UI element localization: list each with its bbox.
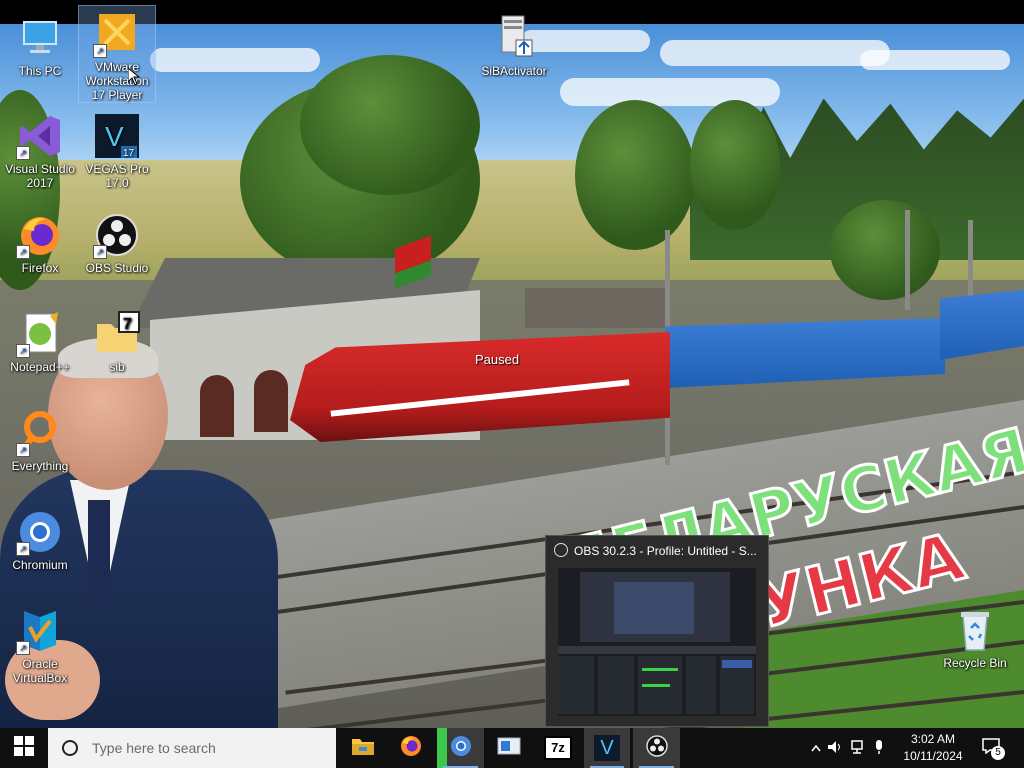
svg-text:7: 7: [123, 316, 132, 333]
desktop-icon-obs[interactable]: ↗ OBS Studio: [79, 207, 155, 275]
desktop-icon-label: OBS Studio: [85, 261, 149, 275]
desktop-icon-sib[interactable]: 7 sib: [79, 306, 155, 374]
desktop-icon-notepad-plus[interactable]: ↗ Notepad++: [2, 306, 78, 374]
chromium-icon: ↗: [16, 508, 64, 556]
desktop-icon-vmware[interactable]: ↗ VMware Workstation 17 Player: [78, 5, 156, 103]
desktop-icon-recycle-bin[interactable]: Recycle Bin: [937, 602, 1013, 670]
clock-time: 3:02 AM: [910, 732, 956, 746]
search-placeholder: Type here to search: [92, 740, 216, 756]
remote-desktop-icon: [497, 736, 521, 761]
desktop-icon-chromium[interactable]: ↗ Chromium: [2, 504, 78, 572]
taskbar-file-explorer[interactable]: [340, 728, 386, 768]
desktop-icon-firefox[interactable]: ↗ Firefox: [2, 207, 78, 275]
start-button[interactable]: [0, 728, 48, 768]
firefox-icon: [399, 734, 423, 763]
taskbar-clock[interactable]: 3:02 AM 10/11/2024: [896, 731, 970, 765]
taskbar-search-box[interactable]: Type here to search: [48, 728, 336, 768]
taskbar: Type here to search 7z V 3:02 AM 10/11/2…: [0, 728, 1024, 768]
chevron-up-icon[interactable]: [808, 741, 824, 755]
desktop-icon-vegas-pro[interactable]: V 17 VEGAS Pro 17.0: [79, 108, 155, 190]
desktop-icon-label: Notepad++: [10, 360, 70, 374]
taskbar-remote-app[interactable]: [486, 728, 532, 768]
desktop-icon-label: Chromium: [12, 558, 68, 572]
taskbar-7zip[interactable]: 7z: [535, 728, 581, 768]
desktop-icon-sibactivator[interactable]: SiBActivator: [476, 10, 552, 78]
desktop-icon-visual-studio[interactable]: ↗ Visual Studio 2017: [2, 108, 78, 190]
obs-preview-title: OBS 30.2.3 - Profile: Untitled - S...: [554, 543, 757, 558]
desktop-icon-label: SiBActivator: [481, 64, 547, 78]
chromium-icon: [449, 734, 473, 763]
desktop-icon-label: sib: [109, 360, 125, 374]
notification-count-badge: 5: [991, 746, 1005, 760]
sib-archive-icon: 7: [93, 310, 141, 358]
desktop-icon-this-pc[interactable]: This PC: [2, 10, 78, 78]
obs-icon: [554, 543, 568, 557]
taskbar-firefox[interactable]: [388, 728, 434, 768]
taskbar-chromium[interactable]: [437, 728, 484, 768]
network-icon[interactable]: [846, 739, 868, 758]
taskbar-obs-studio[interactable]: [633, 728, 680, 768]
notification-icon: 5: [982, 738, 1005, 760]
action-center-button[interactable]: 5: [972, 728, 1012, 768]
desktop-icon-label: Oracle VirtualBox: [12, 657, 68, 685]
desktop-icon-label: Recycle Bin: [943, 656, 1007, 670]
desktop-icon-label: Visual Studio 2017: [5, 162, 75, 190]
obs-preview-thumbnail: [558, 568, 756, 716]
obs-window-preview[interactable]: OBS 30.2.3 - Profile: Untitled - S...: [545, 535, 769, 727]
folder-icon: [351, 736, 375, 761]
vegas-pro-icon: V 17: [93, 112, 141, 160]
obs-icon: [645, 734, 669, 763]
speaker-icon[interactable]: [824, 739, 846, 758]
desktop-icon-virtualbox[interactable]: ↗ Oracle VirtualBox: [2, 603, 78, 685]
svg-text:17: 17: [123, 148, 135, 159]
search-icon: [60, 738, 80, 758]
system-tray: [808, 728, 898, 768]
computer-icon: [16, 14, 64, 62]
7zip-icon: 7z: [544, 736, 572, 760]
sibactivator-icon: [490, 14, 538, 62]
mouse-cursor-icon: [127, 66, 141, 91]
vmware-icon: ↗: [93, 10, 141, 58]
microphone-icon[interactable]: [868, 739, 890, 758]
desktop-icon-label: Everything: [11, 459, 69, 473]
clock-date: 10/11/2024: [903, 749, 963, 763]
windows-logo-icon: [14, 735, 34, 761]
visual-studio-icon: ↗: [16, 112, 64, 160]
notepad-plus-icon: ↗: [16, 310, 64, 358]
taskbar-vegas-pro[interactable]: V: [584, 728, 630, 768]
desktop-icon-label: VMware Workstation 17 Player: [85, 60, 149, 102]
desktop-icon-label: Firefox: [21, 261, 59, 275]
recycle-bin-icon: [951, 606, 999, 654]
vegas-pro-icon: V: [594, 735, 620, 761]
firefox-icon: ↗: [16, 211, 64, 259]
virtualbox-icon: ↗: [16, 607, 64, 655]
paused-label: Paused: [475, 352, 520, 367]
desktop-icon-label: This PC: [18, 64, 62, 78]
desktop-icon-everything[interactable]: ↗ Everything: [2, 405, 78, 473]
everything-search-icon: ↗: [16, 409, 64, 457]
desktop-icon-label: VEGAS Pro 17.0: [85, 162, 149, 190]
obs-icon: ↗: [93, 211, 141, 259]
